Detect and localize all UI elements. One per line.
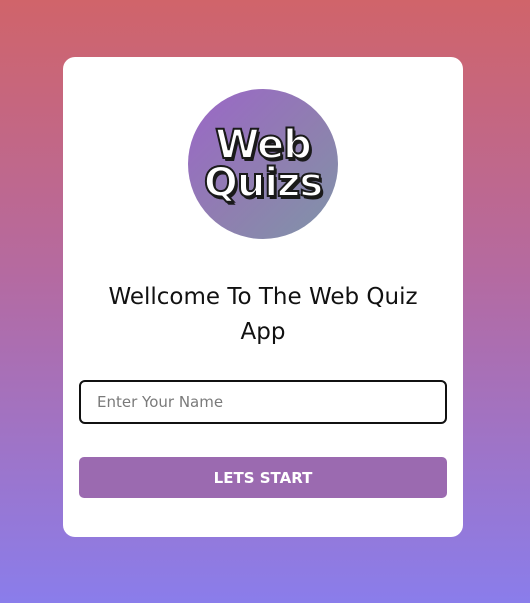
logo-text-line-2: Quizs [203, 160, 324, 206]
welcome-card: Web Quizs Wellcome To The Web Quiz App L… [63, 57, 463, 537]
lets-start-button[interactable]: LETS START [79, 457, 447, 498]
logo-text-line-1: Web [214, 122, 312, 168]
web-quizs-logo: Web Quizs [188, 89, 338, 239]
welcome-title: Wellcome To The Web Quiz App [108, 284, 418, 345]
name-input[interactable] [79, 380, 447, 424]
